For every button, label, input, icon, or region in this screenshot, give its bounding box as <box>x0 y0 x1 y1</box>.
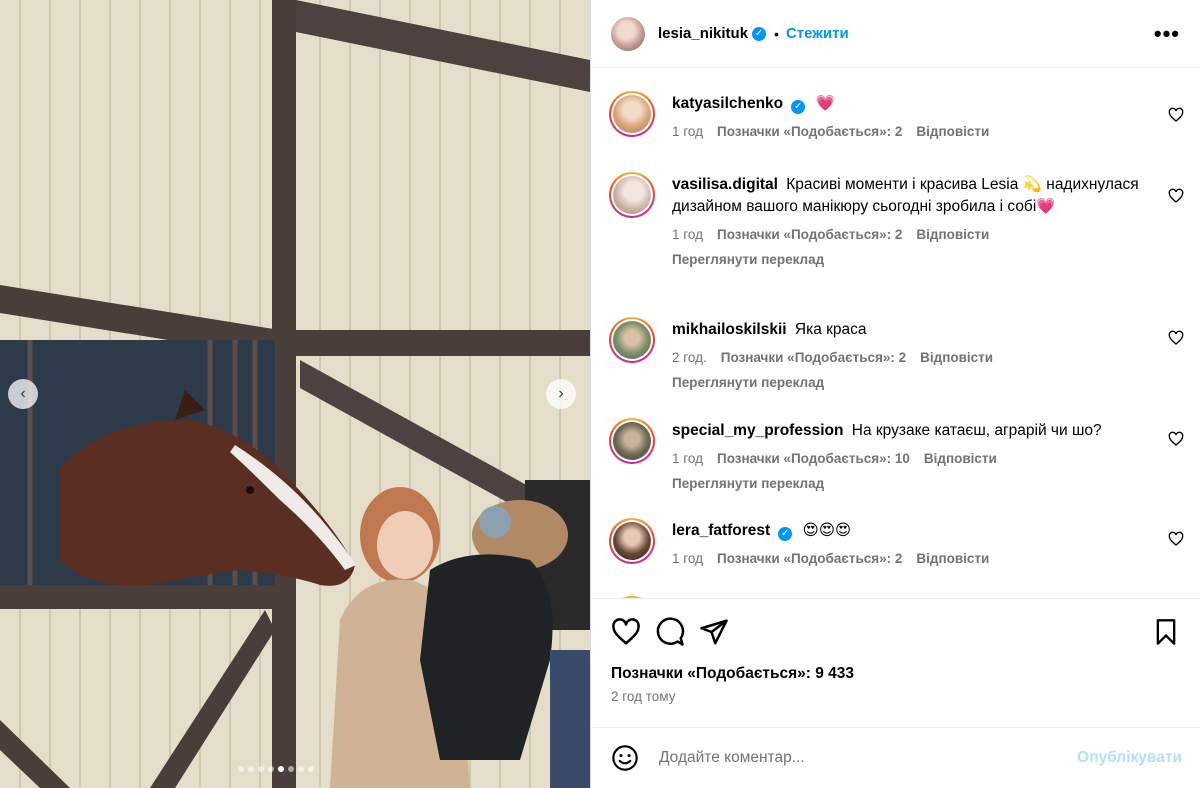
bookmark-icon[interactable] <box>1152 618 1180 646</box>
comment-meta: 1 год Позначки «Подобається»: 2 Відповіс… <box>672 121 1152 143</box>
comments-list[interactable]: katyasilchenko ✓ 💗 1 год Позначки «Подоба… <box>591 69 1200 598</box>
reply-button[interactable]: Відповісти <box>916 121 989 143</box>
publish-button[interactable]: Опублікувати <box>1077 749 1182 767</box>
verified-badge-icon: ✓ <box>791 100 806 114</box>
carousel-dot <box>268 766 274 772</box>
comment-like-heart-icon[interactable] <box>1168 531 1184 547</box>
commenter-avatar[interactable] <box>609 317 655 363</box>
author-username[interactable]: lesia_nikituk <box>658 25 748 42</box>
reply-button[interactable]: Відповісти <box>924 448 997 470</box>
commenter-avatar[interactable] <box>609 418 655 464</box>
comment-username[interactable]: vasilisa.digital <box>672 176 778 193</box>
see-translation-button[interactable]: Переглянути переклад <box>672 473 1152 495</box>
post-media[interactable]: ‹ › <box>0 0 590 788</box>
reply-button[interactable]: Відповісти <box>920 347 993 369</box>
comment-username[interactable]: special_my_profession <box>672 422 843 439</box>
see-translation-button[interactable]: Переглянути переклад <box>672 249 1152 271</box>
post-actions-area: Позначки «Подобається»: 9 433 2 год тому <box>591 598 1200 704</box>
post-timestamp[interactable]: 2 год тому <box>591 683 1200 704</box>
commenter-avatar[interactable] <box>609 172 655 218</box>
share-icon[interactable] <box>699 617 729 647</box>
reply-button[interactable]: Відповісти <box>916 548 989 570</box>
comment-meta: 2 год. Позначки «Подобається»: 2 Відпові… <box>672 347 1152 369</box>
post-header: lesia_nikituk ✓ • Стежити ••• <box>591 0 1200 68</box>
carousel-next-button[interactable]: › <box>546 379 576 409</box>
comment-text: 💗 <box>815 95 835 112</box>
post-photo <box>0 0 590 788</box>
more-options-icon[interactable]: ••• <box>1154 22 1180 44</box>
carousel-prev-button[interactable]: ‹ <box>8 379 38 409</box>
comment-username[interactable]: lera_fatforest <box>672 522 770 539</box>
comment-likes[interactable]: Позначки «Подобається»: 10 <box>717 448 910 470</box>
add-comment-bar: Опублікувати <box>591 727 1200 788</box>
comment-likes[interactable]: Позначки «Подобається»: 2 <box>717 121 902 143</box>
commenter-avatar[interactable] <box>609 91 655 137</box>
carousel-dots <box>238 766 314 772</box>
comment-icon[interactable] <box>655 617 685 647</box>
post-panel: lesia_nikituk ✓ • Стежити ••• katyasilch… <box>590 0 1200 788</box>
action-bar <box>591 599 1200 665</box>
reply-button[interactable]: Відповісти <box>916 224 989 246</box>
carousel-dot <box>288 766 294 772</box>
comment-like-heart-icon[interactable] <box>1168 431 1184 447</box>
comment-like-heart-icon[interactable] <box>1168 107 1184 123</box>
comment-time: 1 год <box>672 227 703 242</box>
comment-meta: 1 год Позначки «Подобається»: 2 Відповіс… <box>672 224 1152 246</box>
commenter-avatar[interactable] <box>609 518 655 564</box>
comment-username[interactable]: katyasilchenko <box>672 95 783 112</box>
verified-badge-icon: ✓ <box>752 26 767 41</box>
comment-like-heart-icon[interactable] <box>1168 188 1184 204</box>
carousel-dot <box>258 766 264 772</box>
comment-time: 2 год. <box>672 350 707 365</box>
emoji-icon[interactable] <box>611 744 639 772</box>
carousel-dot <box>308 766 314 772</box>
heart-icon[interactable] <box>611 617 641 647</box>
comment-like-heart-icon[interactable] <box>1168 330 1184 346</box>
comment-time: 1 год <box>672 124 703 139</box>
post-likes-count[interactable]: Позначки «Подобається»: 9 433 <box>591 665 1200 683</box>
comment-text: На крузаке катаєш, аграрій чи шо? <box>851 422 1102 439</box>
follow-button[interactable]: Стежити <box>786 25 849 42</box>
comment-likes[interactable]: Позначки «Подобається»: 2 <box>721 347 906 369</box>
comment-username[interactable]: mikhailoskilskii <box>672 321 787 338</box>
comment-likes[interactable]: Позначки «Подобається»: 2 <box>717 548 902 570</box>
see-translation-button[interactable]: Переглянути переклад <box>672 372 1152 394</box>
author-avatar[interactable] <box>611 16 645 51</box>
comment-time: 1 год <box>672 451 703 466</box>
comment-meta: 1 год Позначки «Подобається»: 10 Відпові… <box>672 448 1152 470</box>
carousel-dot <box>238 766 244 772</box>
verified-badge-icon: ✓ <box>778 527 793 541</box>
comment-text: Яка краса <box>794 321 867 338</box>
carousel-dot <box>248 766 254 772</box>
header-separator: • <box>774 25 779 42</box>
comment-likes[interactable]: Позначки «Подобається»: 2 <box>717 224 902 246</box>
comment-time: 1 год <box>672 551 703 566</box>
comment-text: 😍😍😍 <box>802 522 852 539</box>
carousel-dot <box>278 766 284 772</box>
carousel-dot <box>298 766 304 772</box>
comment-meta: 1 год Позначки «Подобається»: 2 Відповіс… <box>672 548 1152 570</box>
comment-input[interactable] <box>659 749 1078 767</box>
